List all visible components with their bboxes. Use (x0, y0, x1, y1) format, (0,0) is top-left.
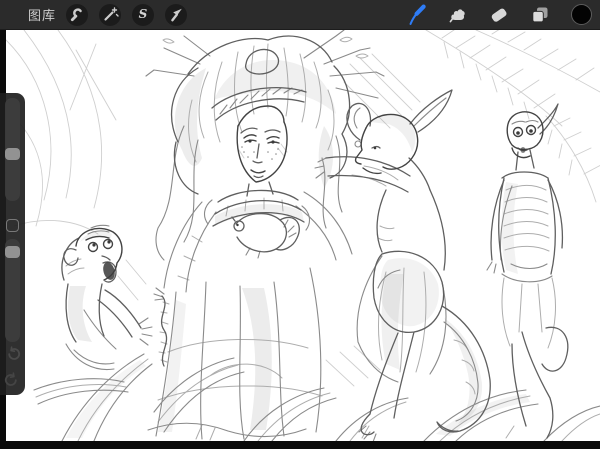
actions-button[interactable] (66, 4, 88, 26)
right-tool-group (405, 3, 593, 27)
redo-button[interactable] (4, 372, 21, 389)
smudge-tool-button[interactable] (446, 3, 470, 27)
erase-tool-button[interactable] (487, 3, 511, 27)
layers-button[interactable] (528, 3, 552, 27)
brush-size-handle[interactable] (5, 148, 20, 160)
redo-icon (4, 372, 21, 389)
drawing-canvas[interactable] (6, 30, 600, 441)
color-swatch-button[interactable] (569, 3, 593, 27)
move-cursor-icon (165, 4, 187, 26)
brush-size-slider[interactable] (5, 98, 20, 201)
wrench-icon (66, 4, 88, 26)
opacity-handle[interactable] (5, 246, 20, 258)
gallery-button[interactable]: 图库 (28, 5, 56, 24)
left-tool-group: S (66, 4, 187, 26)
opacity-slider[interactable] (5, 239, 20, 342)
brush-sidebar (0, 93, 25, 395)
undo-button[interactable] (4, 346, 21, 363)
transform-button[interactable] (165, 4, 187, 26)
adjustments-button[interactable] (99, 4, 121, 26)
canvas-frame (0, 30, 600, 449)
undo-icon (4, 346, 21, 363)
magic-wand-icon (99, 4, 121, 26)
smudge-finger-icon (446, 3, 470, 27)
layers-icon (528, 3, 552, 27)
paint-tool-button[interactable] (405, 3, 429, 27)
top-toolbar: 图库 S (0, 0, 600, 30)
color-swatch-icon (571, 4, 592, 25)
selection-s-icon: S (139, 8, 148, 20)
eraser-icon (487, 3, 511, 27)
selection-button[interactable]: S (132, 4, 154, 26)
artwork-sketch (6, 30, 600, 441)
paintbrush-icon (405, 3, 429, 27)
app-window: 图库 S (0, 0, 600, 449)
modify-button[interactable] (6, 219, 19, 232)
